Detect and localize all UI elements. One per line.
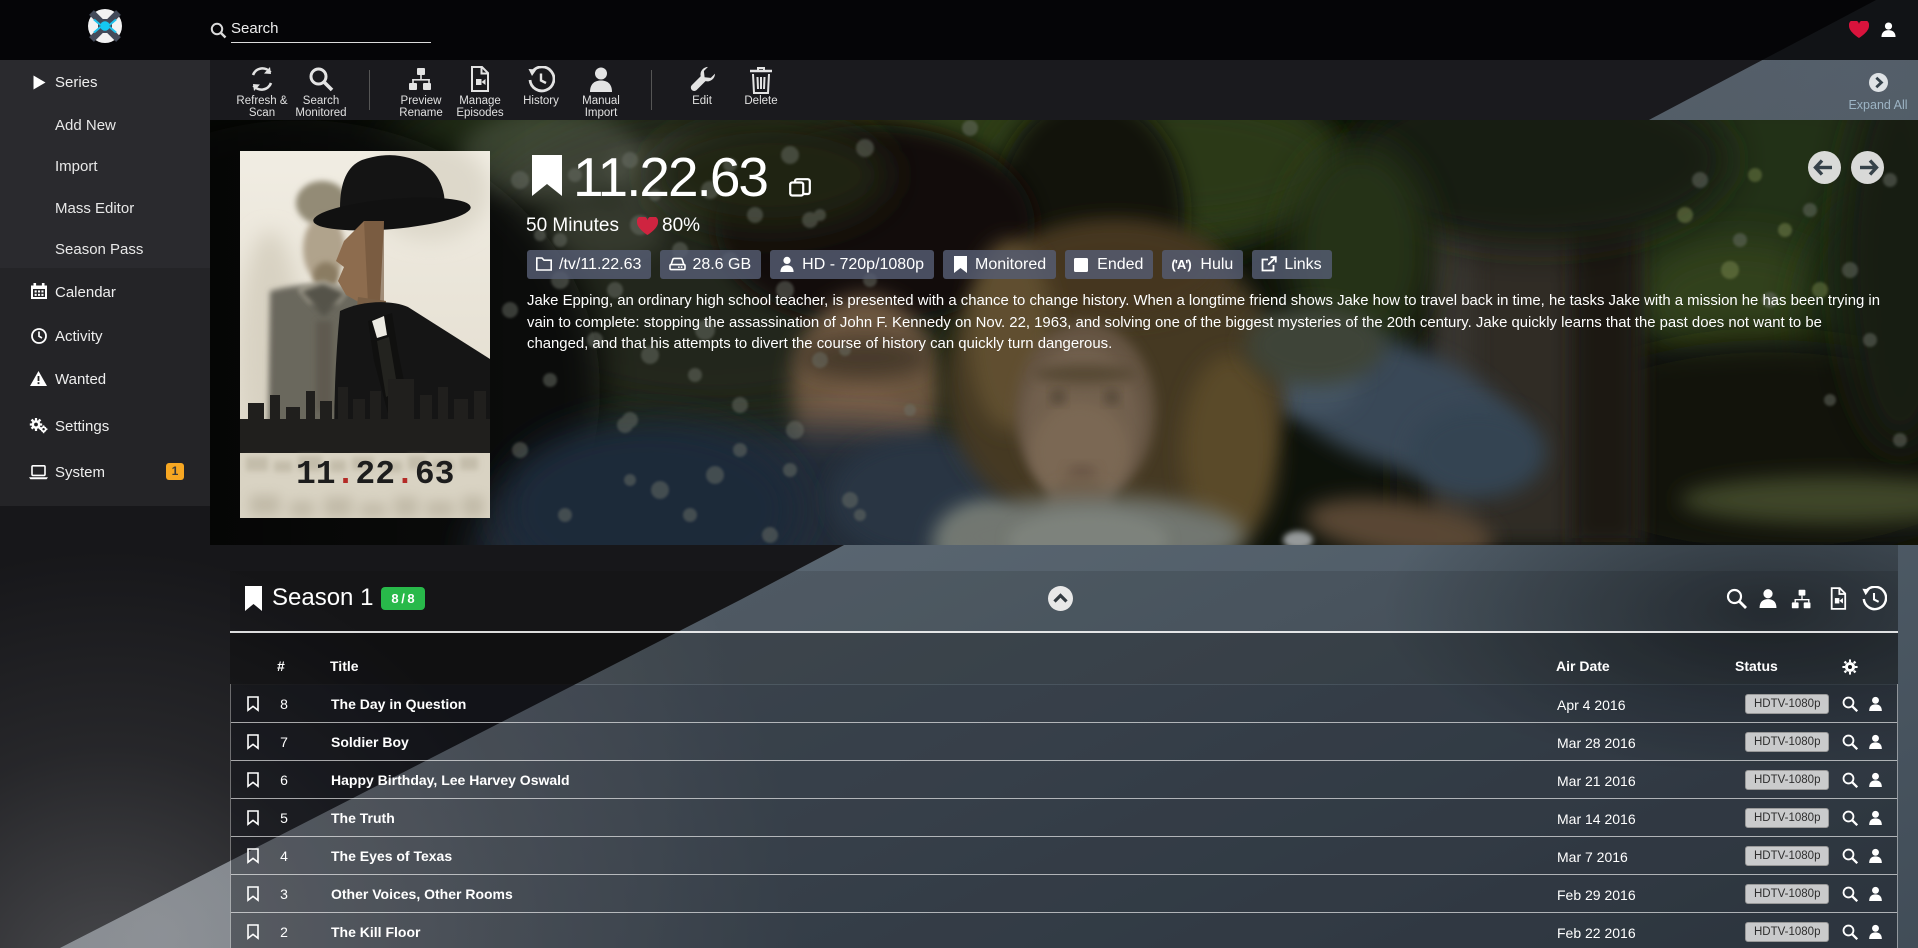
svg-text:11.22.63: 11.22.63 [296,456,454,493]
